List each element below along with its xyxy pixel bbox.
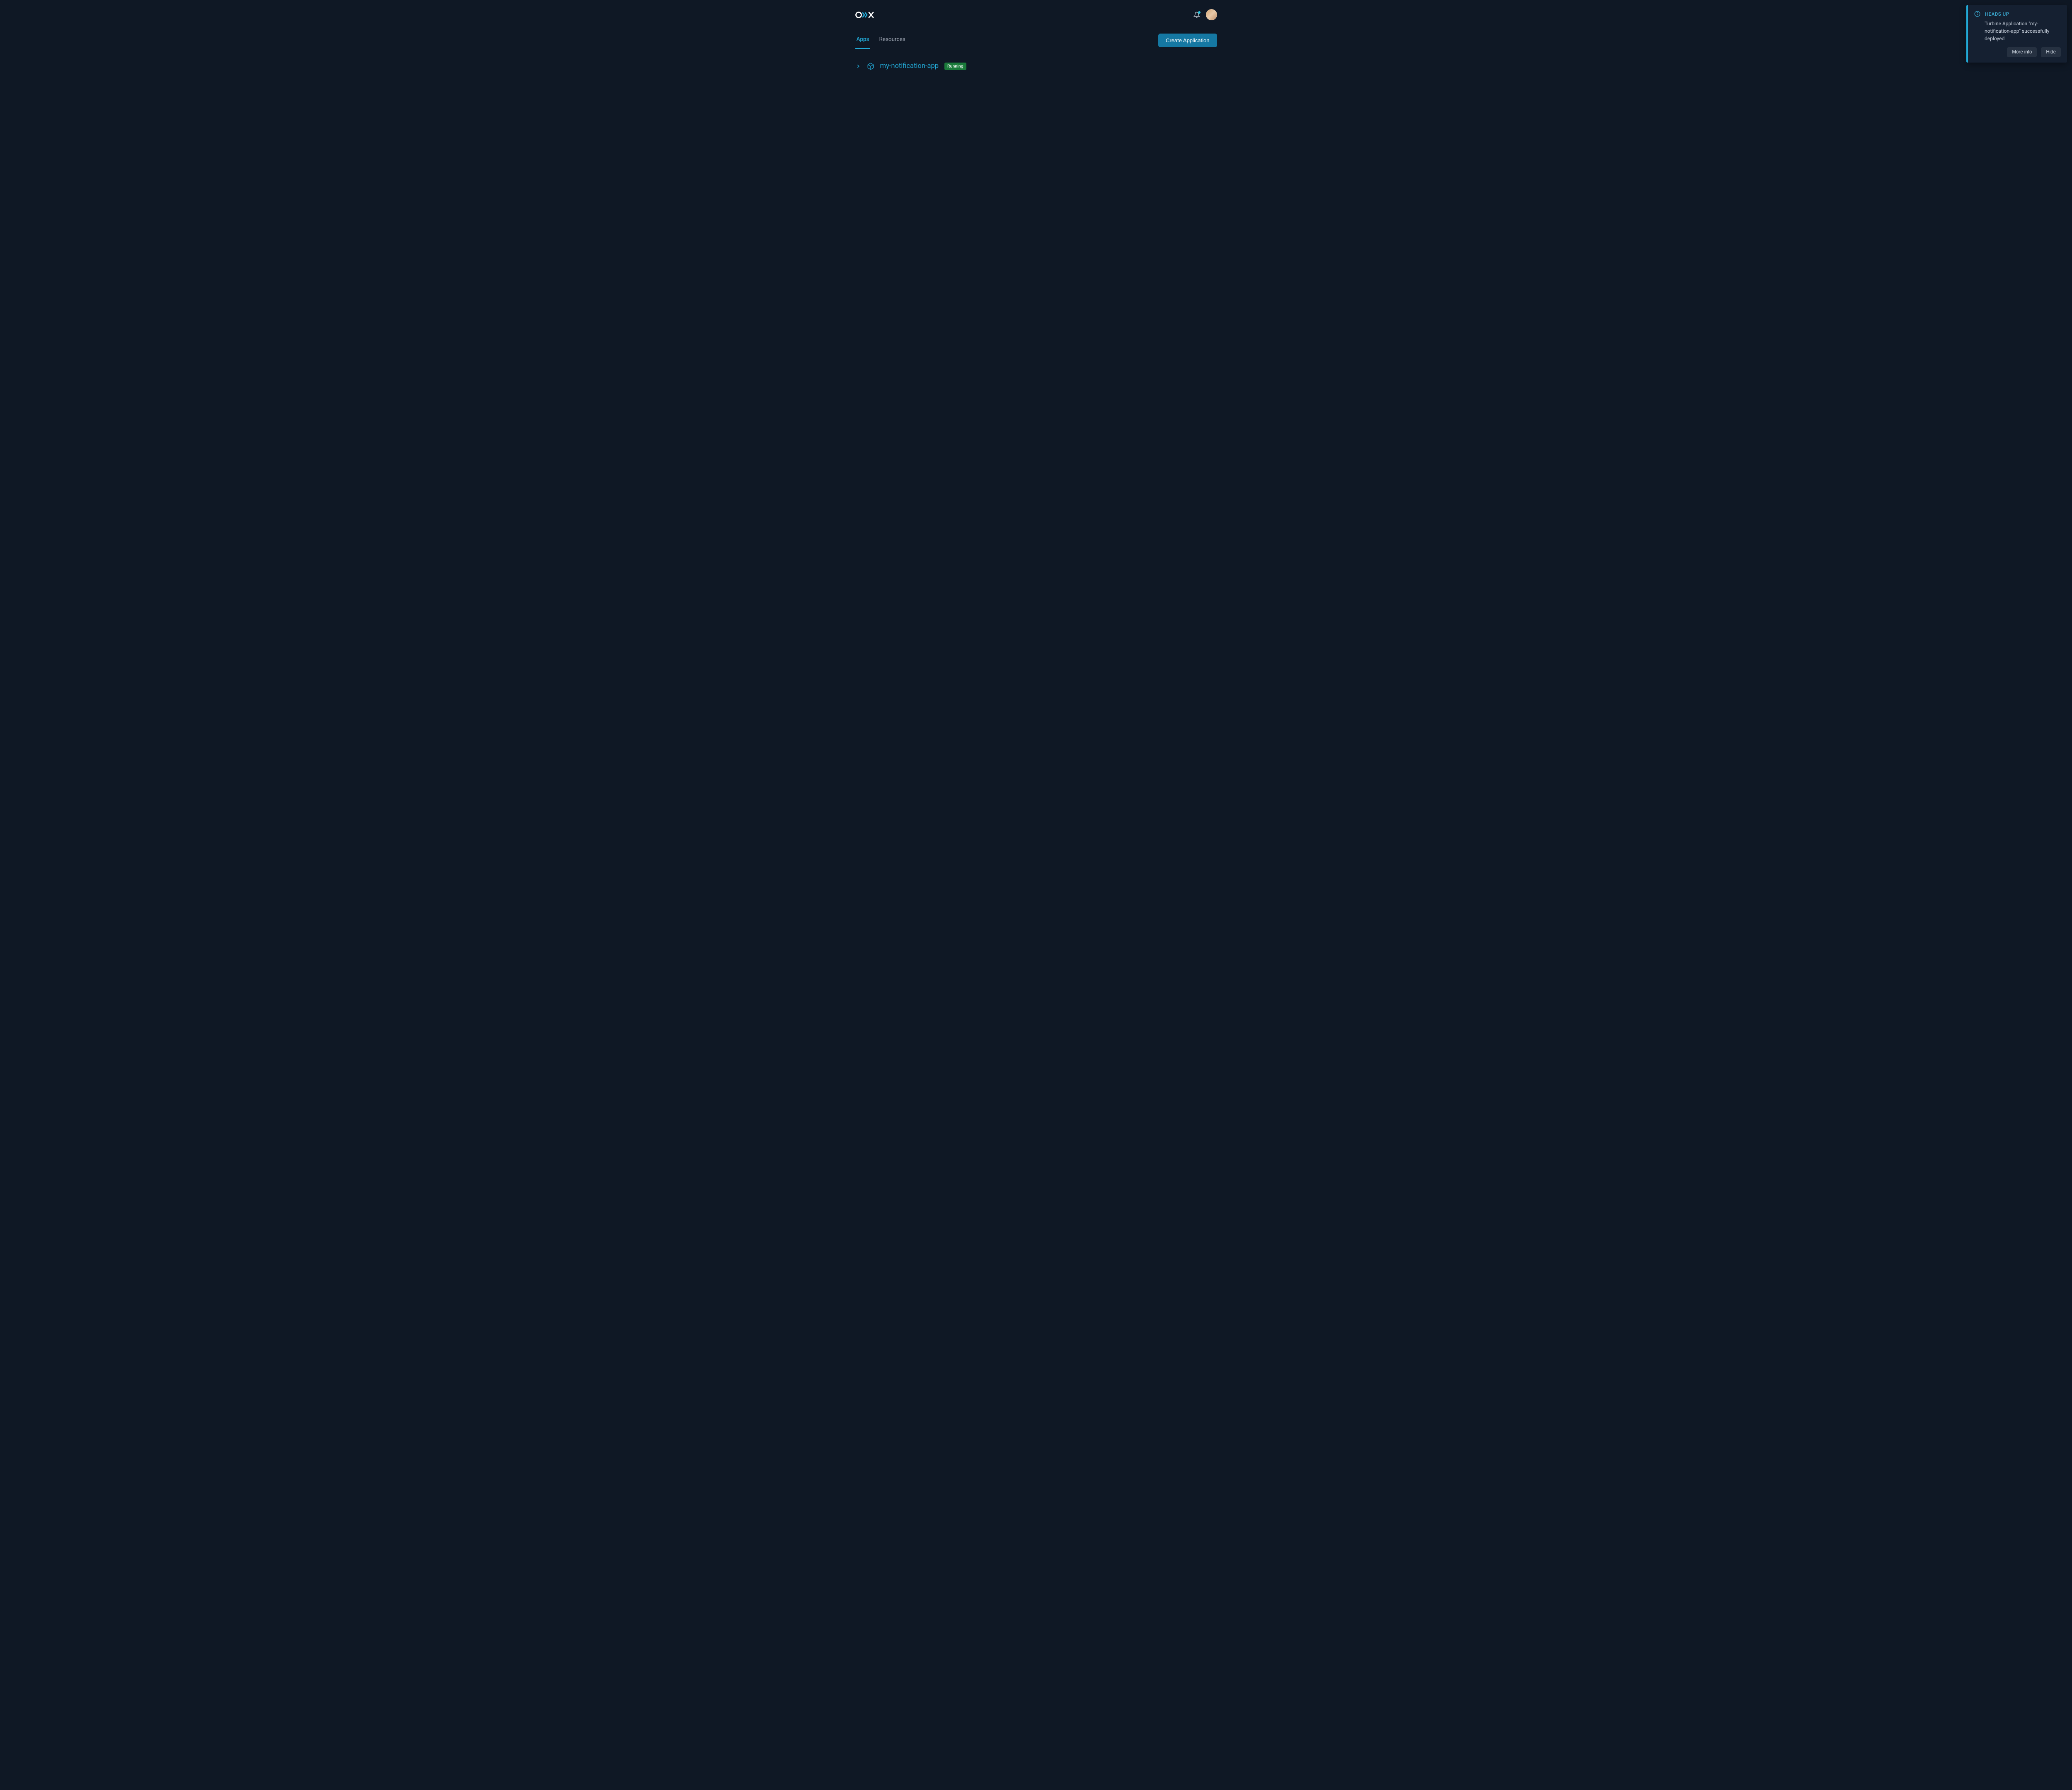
info-icon bbox=[1974, 11, 1980, 17]
toast-header: HEADS UP bbox=[1974, 11, 2061, 17]
tabs-row: Apps Resources Create Application bbox=[855, 32, 1217, 49]
toast-title: HEADS UP bbox=[1985, 11, 2009, 17]
header-actions bbox=[1193, 9, 1217, 20]
expand-toggle[interactable] bbox=[855, 63, 861, 69]
notification-indicator bbox=[1198, 11, 1201, 14]
chevron-right-icon bbox=[855, 63, 861, 69]
status-badge: Running bbox=[944, 63, 966, 70]
notification-bell-button[interactable] bbox=[1193, 11, 1201, 19]
hide-button[interactable]: Hide bbox=[2041, 47, 2061, 57]
app-list: my-notification-app Running bbox=[855, 59, 1217, 73]
logo[interactable] bbox=[855, 11, 874, 19]
tabs: Apps Resources bbox=[855, 32, 907, 49]
notification-toast: HEADS UP Turbine Application "my-notific… bbox=[1966, 5, 2067, 63]
toast-message: Turbine Application "my-notification-app… bbox=[1985, 20, 2061, 42]
package-icon bbox=[867, 63, 874, 70]
tab-resources[interactable]: Resources bbox=[878, 32, 906, 49]
toast-actions: More info Hide bbox=[1974, 47, 2061, 57]
tab-apps[interactable]: Apps bbox=[855, 32, 871, 49]
more-info-button[interactable]: More info bbox=[2007, 47, 2037, 57]
header bbox=[855, 0, 1217, 32]
app-name-link[interactable]: my-notification-app bbox=[880, 62, 939, 70]
app-row: my-notification-app Running bbox=[855, 59, 1217, 73]
user-avatar[interactable] bbox=[1206, 9, 1217, 20]
create-application-button[interactable]: Create Application bbox=[1158, 34, 1217, 47]
